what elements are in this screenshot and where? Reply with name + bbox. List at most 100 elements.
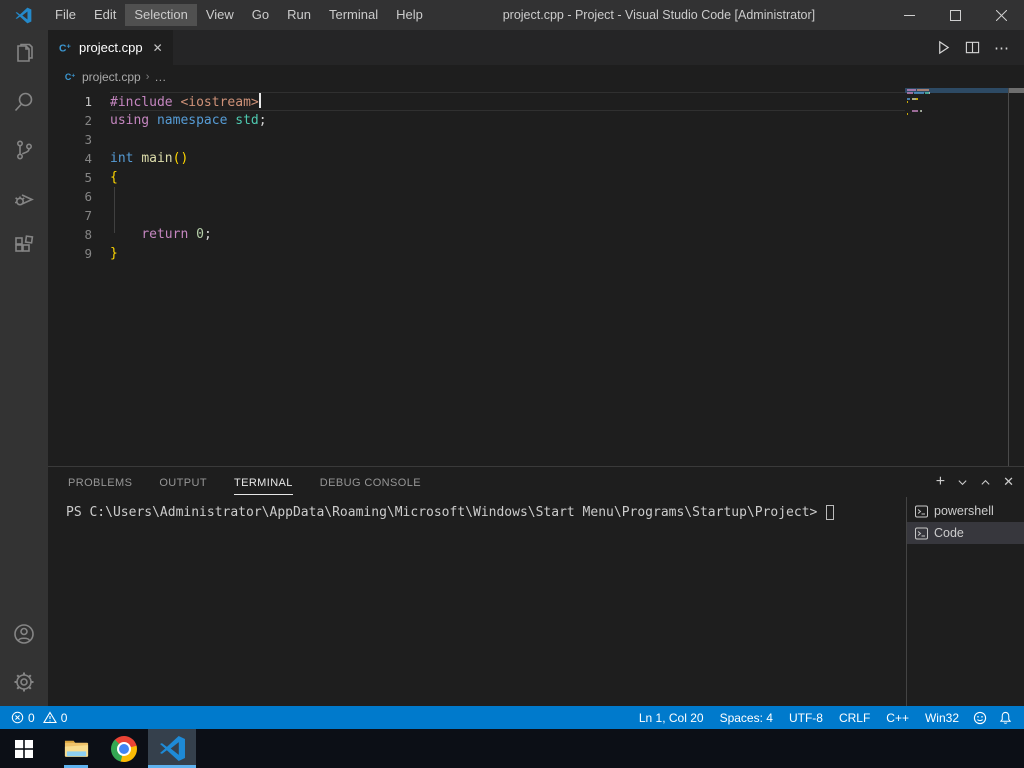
new-terminal-icon[interactable]: +	[936, 474, 945, 490]
menu-view[interactable]: View	[197, 4, 243, 26]
window-controls	[886, 0, 1024, 30]
svg-text:+: +	[71, 72, 75, 79]
more-actions-icon[interactable]: ⋯	[994, 39, 1010, 57]
maximize-button[interactable]	[932, 0, 978, 30]
minimap-line	[928, 92, 930, 94]
notifications-bell-icon[interactable]	[993, 711, 1018, 725]
terminal-prompt: PS C:\Users\Administrator\AppData\Roamin…	[66, 505, 826, 520]
line-number: 8	[84, 227, 92, 242]
warning-count: 0	[60, 710, 68, 725]
minimize-button[interactable]	[886, 0, 932, 30]
problems-status[interactable]: 0 0	[6, 711, 76, 725]
menu-terminal[interactable]: Terminal	[320, 4, 387, 26]
minimap-line	[911, 110, 919, 112]
maximize-panel-icon[interactable]	[980, 477, 991, 488]
minimap-line	[907, 101, 909, 103]
code-editor[interactable]: 1 2 3 4 5 6 7 8 9 #include <iostream> using names…	[48, 88, 1024, 466]
status-item-c-[interactable]: C++	[878, 711, 917, 725]
status-item-ln-1-col-20[interactable]: Ln 1, Col 20	[631, 711, 712, 725]
panel-tab-terminal[interactable]: TERMINAL	[233, 470, 293, 495]
run-and-debug-icon[interactable]	[0, 174, 48, 222]
minimap-line	[907, 89, 917, 91]
code-line-5[interactable]: {	[110, 168, 905, 187]
settings-gear-icon[interactable]	[0, 658, 48, 706]
terminal-cursor	[826, 505, 835, 520]
panel-tab-problems[interactable]: PROBLEMS	[68, 470, 132, 495]
code-line-2[interactable]: using namespace std;	[110, 111, 905, 130]
taskbar-chrome-icon[interactable]	[100, 729, 148, 768]
status-item-win32[interactable]: Win32	[917, 711, 967, 725]
run-button[interactable]	[936, 40, 951, 55]
panel-actions: + ✕	[936, 474, 1014, 490]
code-area[interactable]: #include <iostream> using namespace std; i…	[110, 88, 905, 466]
editor-gutter: 1 2 3 4 5 6 7 8 9	[48, 88, 110, 466]
accounts-icon[interactable]	[0, 610, 48, 658]
line-number: 2	[84, 113, 92, 128]
bottom-panel: PROBLEMS OUTPUT TERMINAL DEBUG CONSOLE + ✕	[48, 466, 1024, 706]
feedback-icon[interactable]	[967, 711, 993, 725]
breadcrumb-symbol[interactable]: …	[154, 70, 166, 84]
explorer-icon[interactable]	[0, 30, 48, 78]
menu-edit[interactable]: Edit	[85, 4, 125, 26]
status-item-crlf[interactable]: CRLF	[831, 711, 878, 725]
line-number: 6	[84, 189, 92, 204]
minimap-line	[907, 92, 913, 94]
cpp-file-icon: C +	[65, 72, 76, 82]
minimap-line	[907, 98, 911, 100]
code-line-3[interactable]	[110, 130, 905, 149]
status-bar: 0 0 Ln 1, Col 20 Spaces: 4 UTF-8 CRLF C++ Win…	[0, 706, 1024, 729]
breadcrumb-file[interactable]: project.cpp	[82, 70, 141, 84]
tab-close-icon[interactable]: ✕	[153, 41, 163, 55]
minimap-line	[913, 92, 925, 94]
indent-guide	[114, 187, 115, 233]
line-number: 4	[84, 151, 92, 166]
terminal-list-label: powershell	[934, 504, 994, 518]
terminal-list-item-powershell[interactable]: powershell	[907, 500, 1024, 522]
warning-icon	[42, 711, 57, 724]
breadcrumb-separator-icon: ›	[145, 70, 150, 83]
line-number: 7	[84, 208, 92, 223]
panel-header: PROBLEMS OUTPUT TERMINAL DEBUG CONSOLE + ✕	[48, 467, 1024, 497]
menu-file[interactable]: File	[46, 4, 85, 26]
cpp-file-icon: C +	[59, 41, 72, 54]
panel-tab-debug-console[interactable]: DEBUG CONSOLE	[320, 470, 421, 495]
split-editor-icon[interactable]	[965, 40, 980, 55]
terminal-list-item-code[interactable]: Code	[907, 522, 1024, 544]
status-item-spaces-4[interactable]: Spaces: 4	[712, 711, 781, 725]
code-line-7[interactable]	[110, 206, 905, 225]
terminal-dropdown-icon[interactable]	[957, 477, 968, 488]
minimap-line	[907, 113, 909, 115]
terminal-list: powershell Code	[906, 497, 1024, 706]
taskbar-vscode-icon[interactable]	[148, 729, 196, 768]
code-line-6[interactable]	[110, 187, 905, 206]
close-panel-icon[interactable]: ✕	[1003, 474, 1014, 490]
menu-go[interactable]: Go	[243, 4, 278, 26]
activity-bar	[0, 30, 48, 706]
windows-taskbar	[0, 729, 1024, 768]
code-line-1[interactable]: #include <iostream>	[110, 92, 905, 111]
menu-help[interactable]: Help	[387, 4, 432, 26]
error-icon	[11, 711, 24, 724]
tab-project-cpp[interactable]: C + project.cpp ✕	[48, 30, 173, 65]
overview-ruler[interactable]	[1008, 88, 1024, 466]
extensions-icon[interactable]	[0, 222, 48, 270]
search-icon[interactable]	[0, 78, 48, 126]
terminal-icon	[915, 505, 928, 517]
menu-run[interactable]: Run	[278, 4, 320, 26]
code-line-9[interactable]: }	[110, 244, 905, 263]
code-line-4[interactable]: int main()	[110, 149, 905, 168]
terminal-output[interactable]: PS C:\Users\Administrator\AppData\Roamin…	[48, 497, 906, 706]
taskbar-file-explorer-icon[interactable]	[52, 729, 100, 768]
source-control-icon[interactable]	[0, 126, 48, 174]
tab-label: project.cpp	[79, 40, 143, 55]
vscode-logo-icon	[0, 7, 46, 24]
close-window-button[interactable]	[978, 0, 1024, 30]
panel-tab-output[interactable]: OUTPUT	[159, 470, 207, 495]
status-item-utf-8[interactable]: UTF-8	[781, 711, 831, 725]
code-line-8[interactable]: return 0;	[110, 225, 905, 244]
menu-selection[interactable]: Selection	[125, 4, 197, 26]
breadcrumb[interactable]: C + project.cpp › …	[48, 65, 1024, 88]
minimap-line	[920, 110, 922, 112]
minimap[interactable]	[905, 88, 1008, 466]
start-button[interactable]	[0, 729, 48, 768]
